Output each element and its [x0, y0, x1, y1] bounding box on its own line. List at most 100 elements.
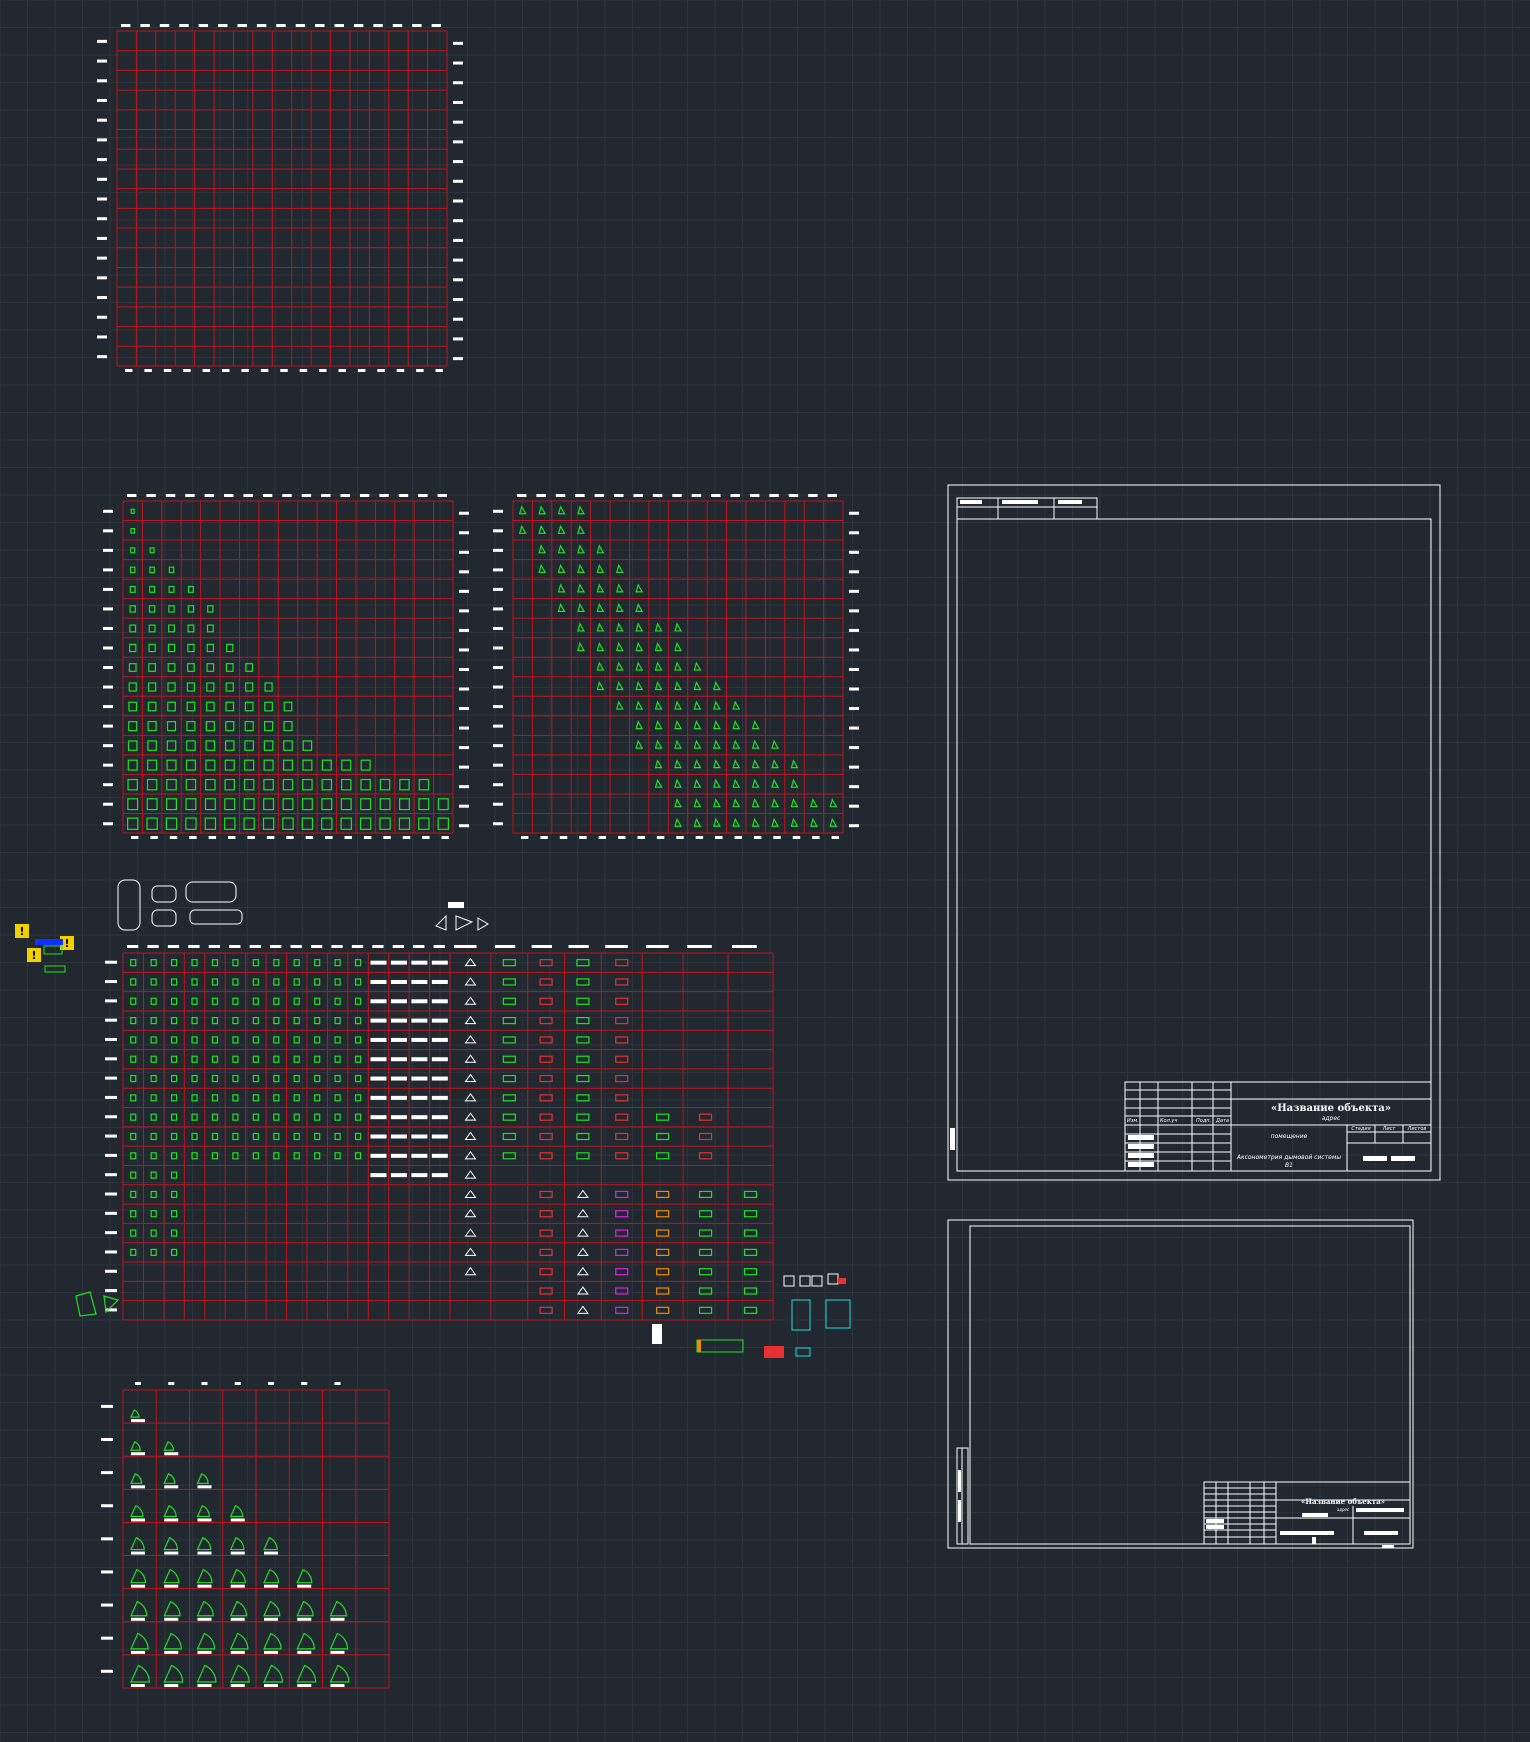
tick-mark [224, 494, 234, 497]
symbol-mark [674, 700, 683, 710]
tick-mark [243, 494, 253, 497]
symbol-mark [185, 798, 197, 811]
symbol-mark [206, 663, 215, 672]
symbol-mark [148, 624, 156, 633]
symbol-mark [576, 1036, 590, 1044]
symbol-mark [615, 1152, 629, 1160]
tick-mark [103, 509, 113, 513]
symbol-mark [431, 1134, 448, 1139]
symbol-mark [596, 641, 605, 652]
tick-mark [276, 24, 286, 27]
symbol-mark [615, 680, 624, 691]
symbol-mark [314, 1132, 321, 1141]
tick-mark [493, 802, 503, 806]
symbol-mark [129, 566, 136, 574]
symbol-mark [411, 979, 428, 984]
symbol-mark [130, 1113, 137, 1121]
tick-mark [517, 494, 527, 497]
tick-mark [249, 945, 261, 948]
tick-mark [459, 804, 469, 808]
tick-mark [97, 79, 107, 83]
fan-symbol [163, 1600, 181, 1617]
symbol-mark [128, 663, 137, 672]
tick-mark [334, 1382, 341, 1385]
symbol-mark [743, 1229, 758, 1237]
symbol-mark [171, 1171, 178, 1179]
symbol-mark [656, 1210, 670, 1218]
tick-mark [459, 550, 469, 554]
tick-mark [788, 494, 799, 497]
symbol-mark [354, 1055, 362, 1063]
tick-mark [197, 1684, 212, 1687]
symbol-mark [464, 1228, 477, 1237]
symbol-mark [398, 798, 410, 811]
cad-model-space[interactable]: !!! Изм. Кол.уч Подп. Дата «Название объ… [0, 0, 1530, 1742]
symbol-mark [171, 1229, 178, 1237]
block-table-symbols-right[interactable] [493, 494, 859, 839]
tick-mark [260, 369, 269, 372]
symbol-mark [464, 1073, 477, 1083]
symbol-mark [360, 759, 371, 771]
symbol-mark [464, 1208, 477, 1218]
symbol-mark [150, 997, 157, 1005]
symbol-mark [674, 798, 683, 808]
symbol-mark [128, 701, 138, 712]
sheet-1-col-doc: Подп. [1196, 1118, 1211, 1124]
block-table-mixed-symbols[interactable] [105, 945, 774, 1321]
tick-mark [147, 945, 159, 948]
symbol-mark [245, 663, 254, 672]
tick-mark [453, 298, 463, 302]
symbol-mark [370, 979, 387, 984]
symbol-mark [334, 1074, 341, 1083]
symbol-mark [431, 1153, 448, 1158]
symbol-mark [150, 1074, 157, 1083]
symbol-mark [211, 1132, 219, 1141]
green-block [43, 945, 63, 955]
symbol-mark [411, 1134, 428, 1139]
symbol-mark [370, 960, 387, 965]
symbol-mark [732, 759, 741, 769]
tick-mark [105, 1057, 117, 1061]
fan-symbol [163, 1536, 179, 1551]
symbol-mark [263, 759, 274, 771]
symbol-mark [130, 1017, 137, 1025]
tick-mark [97, 276, 107, 280]
tick-mark [266, 836, 275, 839]
block-table-empty[interactable] [97, 24, 463, 372]
tick-mark [198, 24, 209, 27]
symbol-mark [698, 1229, 713, 1237]
tick-mark [849, 570, 859, 574]
tick-mark [493, 568, 503, 572]
tick-mark [103, 607, 113, 611]
block-table-fan-symbols[interactable] [101, 1382, 390, 1689]
tick-mark [247, 836, 255, 839]
symbol-mark [171, 1190, 178, 1199]
tick-mark [453, 140, 463, 144]
symbol-mark [576, 1152, 590, 1160]
symbol-mark [743, 1306, 758, 1314]
tick-mark [234, 1382, 241, 1385]
symbol-mark [204, 817, 217, 830]
symbol-mark [502, 1152, 516, 1160]
tick-mark [229, 945, 241, 948]
symbol-mark [166, 721, 177, 732]
symbol-mark [771, 798, 780, 808]
symbol-mark [150, 1210, 157, 1218]
block-table-symbols-left[interactable] [103, 494, 469, 839]
car-blocks[interactable] [117, 879, 243, 931]
symbol-mark [771, 759, 780, 769]
tick-mark [656, 836, 665, 839]
symbol-mark [615, 583, 624, 593]
tick-mark [849, 589, 859, 593]
sheet-1-stage-header: Стадия [1351, 1126, 1370, 1132]
symbol-mark [464, 1131, 477, 1140]
symbol-mark [166, 798, 178, 811]
symbol-mark [696, 1339, 744, 1353]
tick-mark [282, 494, 292, 497]
warning-markers[interactable]: !!! [15, 924, 74, 973]
drawing-sheet-1[interactable]: Изм. Кол.уч Подп. Дата «Название объекта… [947, 484, 1441, 1181]
symbol-mark [656, 1306, 670, 1314]
fan-symbol [296, 1664, 317, 1683]
tick-mark [319, 369, 327, 372]
tick-mark [105, 960, 117, 964]
